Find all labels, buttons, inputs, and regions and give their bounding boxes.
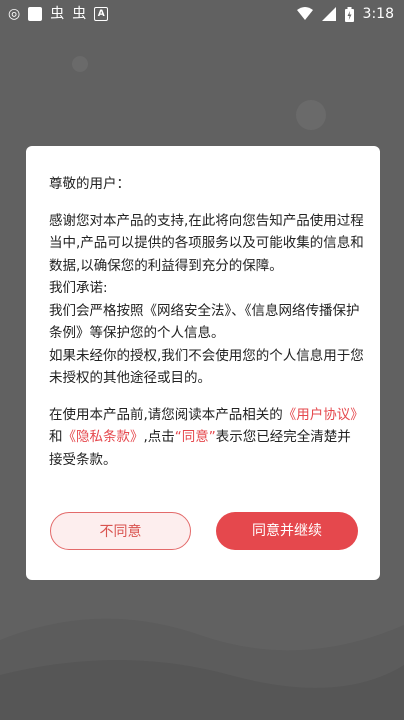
bug-icon: 虫 <box>50 6 65 22</box>
promise-title: 我们承诺: <box>49 280 108 296</box>
accept-button[interactable]: 同意并继续 <box>216 512 358 550</box>
square-icon <box>28 7 43 21</box>
background-bubble <box>72 56 88 72</box>
agree-quote-text: “同意” <box>174 429 216 445</box>
privacy-dialog: 尊敬的用户： 感谢您对本产品的支持,在此将向您告知产品使用过程当中,产品可以提供… <box>26 146 380 580</box>
greeting-text: 尊敬的用户： <box>49 176 130 192</box>
bug-icon: 虫 <box>72 6 87 22</box>
signal-icon <box>321 7 336 21</box>
promise-item-authorization: 如果未经你的授权,我们不会使用您的个人信息用于您未授权的其他途径或目的。 <box>49 347 364 387</box>
status-time: 3:18 <box>362 6 394 22</box>
wifi-icon <box>296 7 313 20</box>
notification-icon: ◎ <box>8 6 21 22</box>
status-bar: ◎ 虫 虫 A 3:18 <box>0 0 404 30</box>
a-icon: A <box>94 7 109 21</box>
intro-paragraph: 感谢您对本产品的支持,在此将向您告知产品使用过程当中,产品可以提供的各项服务以及… <box>49 212 364 274</box>
privacy-policy-link[interactable]: 《隐私条款》 <box>63 429 144 445</box>
battery-icon <box>344 6 354 22</box>
user-agreement-link[interactable]: 《用户协议》 <box>283 407 364 423</box>
background-bubble <box>296 100 326 130</box>
promise-item-law: 我们会严格按照《网络安全法》、《信息网络传播保护条例》等保护您的个人信息。 <box>49 302 360 342</box>
dialog-content: 尊敬的用户： 感谢您对本产品的支持,在此将向您告知产品使用过程当中,产品可以提供… <box>49 173 364 471</box>
decline-button[interactable]: 不同意 <box>50 512 191 550</box>
agreement-paragraph: 在使用本产品前,请您阅读本产品相关的《用户协议》和《隐私条款》,点击“同意”表示… <box>49 406 364 468</box>
background-wave <box>0 618 404 720</box>
